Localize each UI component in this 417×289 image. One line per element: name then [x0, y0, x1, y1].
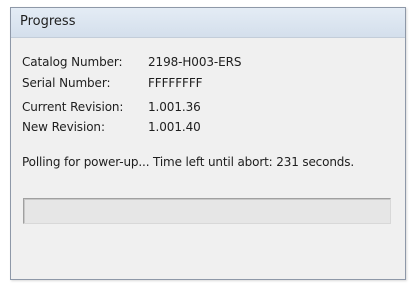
progress-bar [23, 198, 391, 224]
current-revision-label: Current Revision: [22, 100, 124, 114]
catalog-number-value: 2198-H003-ERS [148, 55, 242, 69]
progress-dialog: Progress Catalog Number: 2198-H003-ERS S… [10, 7, 406, 280]
serial-number-label: Serial Number: [22, 76, 111, 90]
new-revision-value: 1.001.40 [148, 120, 201, 134]
catalog-number-label: Catalog Number: [22, 55, 123, 69]
serial-number-value: FFFFFFFF [148, 76, 203, 90]
dialog-content: Catalog Number: 2198-H003-ERS Serial Num… [11, 38, 405, 279]
current-revision-value: 1.001.36 [148, 100, 201, 114]
window-title: Progress [20, 14, 76, 29]
title-bar[interactable]: Progress [11, 8, 405, 38]
new-revision-label: New Revision: [22, 120, 105, 134]
status-message: Polling for power-up... Time left until … [22, 155, 355, 169]
